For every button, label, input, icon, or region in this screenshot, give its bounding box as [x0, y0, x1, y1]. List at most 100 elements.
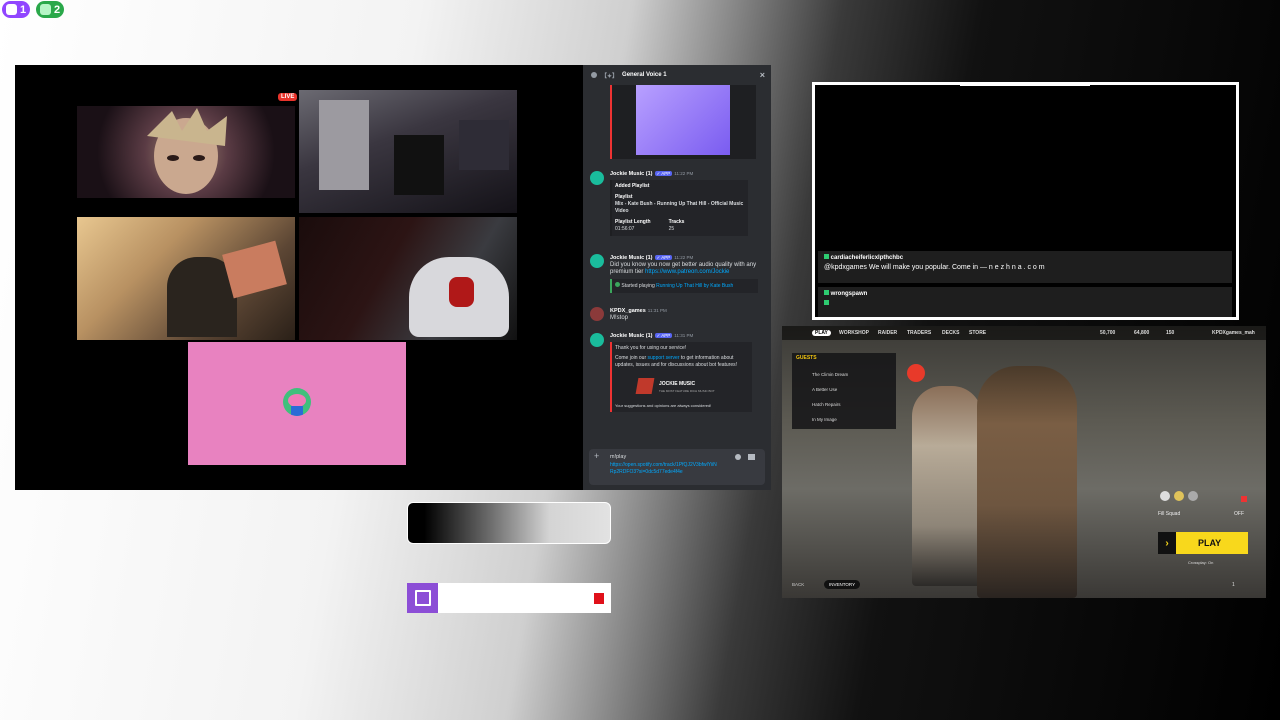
app-tag: ✓ APP: [654, 171, 673, 176]
close-icon[interactable]: [1241, 496, 1247, 502]
inventory-button[interactable]: INVENTORY: [824, 580, 861, 589]
author-name[interactable]: KPDX_games: [610, 308, 646, 314]
timestamp: 11:31 PM: [647, 308, 667, 313]
avatar[interactable]: [590, 171, 604, 185]
guests-title: GUESTS: [796, 355, 817, 361]
composer-url: https://open.spotify.com/track/1PfQJ2V3b…: [610, 462, 717, 475]
guest-item[interactable]: In My Image: [796, 413, 889, 426]
twitch-alert-widget: [407, 583, 611, 613]
embed-title: Added Playlist: [615, 183, 650, 189]
chat-message: cardiacheiferlicxlpthchbc @kpdxgames We …: [818, 251, 1232, 283]
message-text: M!stop: [610, 315, 629, 321]
embed-text: Thank you for using our service!: [615, 345, 687, 351]
embed-image[interactable]: [636, 85, 730, 155]
squad-count: 1: [1232, 582, 1235, 588]
timestamp: 11:22 PM: [674, 255, 694, 260]
fill-squad-toggle[interactable]: OFF: [1234, 511, 1244, 517]
timestamp: 11:31 PM: [674, 333, 694, 338]
now-playing-track[interactable]: Running Up That Hill by Kate Bush: [656, 283, 733, 289]
door: [319, 100, 369, 190]
fill-squad-label: Fill Squad: [1158, 511, 1181, 517]
spotify-count: 2: [54, 3, 61, 16]
composer-command: m!play: [610, 454, 627, 460]
fill-squad-row[interactable]: Fill Squad OFF: [1158, 511, 1248, 523]
author-name[interactable]: Jockie Music (1): [610, 255, 653, 261]
nav-decks[interactable]: DECKS: [942, 330, 960, 336]
stream-chat-overlay: cardiacheiferlicxlpthchbc @kpdxgames We …: [812, 82, 1239, 320]
nav-play[interactable]: PLAY: [812, 330, 831, 336]
add-attachment-icon[interactable]: +: [594, 451, 599, 461]
avatar[interactable]: [590, 254, 604, 268]
chevron-right-icon: ›: [1158, 532, 1176, 554]
chat-emote-icon: [824, 300, 829, 305]
chat-username[interactable]: wrongspawn: [831, 291, 868, 297]
avatar[interactable]: [590, 307, 604, 321]
video-call-grid: LIVE: [15, 65, 583, 490]
spotify-badge: 2: [36, 1, 65, 18]
message-composer[interactable]: + m!play https://open.spotify.com/track/…: [589, 449, 765, 485]
play-label: PLAY: [1198, 538, 1222, 548]
gradient-bar-widget: [407, 502, 611, 544]
support-server-link[interactable]: support server: [648, 355, 680, 361]
field-value: 25: [668, 226, 675, 232]
nav-raider[interactable]: RAIDER: [878, 330, 897, 336]
webcam-tile-2[interactable]: [77, 217, 295, 340]
chat-message: wrongspawn: [818, 287, 1232, 317]
webcam-tile-3[interactable]: [299, 217, 517, 340]
channel-title: General Voice 1: [622, 72, 667, 78]
playlist-embed: Added Playlist Playlist Mix - Kate Bush …: [610, 180, 748, 236]
banner-subtitle: THE MOST FEATURE RICH MUSIC BOT: [659, 389, 715, 393]
gift-icon[interactable]: [748, 454, 755, 460]
squad-slot-icon[interactable]: [1188, 491, 1198, 501]
author-name[interactable]: Jockie Music (1): [610, 333, 653, 339]
currency-credits: 64,800: [1134, 330, 1150, 336]
chat-tab-indicator: [960, 82, 1090, 86]
red-light: [907, 364, 925, 382]
character-left: [912, 386, 982, 586]
author-name[interactable]: Jockie Music (1): [610, 171, 653, 177]
timestamp: 11:22 PM: [674, 171, 694, 176]
wall-art: [222, 240, 287, 299]
squad-slot-icon[interactable]: [1174, 491, 1184, 501]
play-icon: [615, 282, 620, 287]
guest-item[interactable]: The Climin Dream: [796, 368, 889, 381]
avatar-tile-pink[interactable]: [188, 342, 406, 465]
record-indicator: [594, 593, 604, 604]
play-button[interactable]: › PLAY: [1158, 532, 1248, 554]
now-playing-prefix: Started playing: [621, 283, 655, 289]
currency-tokens: 150: [1166, 330, 1175, 336]
chat-username[interactable]: cardiacheiferlicxlpthchbc: [831, 255, 903, 261]
close-icon[interactable]: ×: [760, 70, 765, 80]
now-playing-embed: Started playing Running Up That Hill by …: [610, 279, 758, 293]
guest-item[interactable]: A Better Use: [796, 383, 889, 396]
twitch-count: 1: [20, 3, 27, 16]
webcam-tile-1[interactable]: [299, 90, 517, 213]
guest-item[interactable]: Hatch Repairs: [796, 398, 889, 411]
spotify-icon: [40, 4, 51, 15]
gaming-chair: [394, 135, 444, 195]
nav-workshop[interactable]: WORKSHOP: [839, 330, 869, 336]
crossplay-status: Crossplay: On: [1188, 560, 1214, 565]
back-button[interactable]: BACK: [792, 582, 804, 587]
image-embed: [610, 85, 756, 159]
avatar[interactable]: [590, 333, 604, 347]
emoji-icon[interactable]: [735, 454, 741, 460]
discord-text-panel: 【✦】 General Voice 1 × Jockie Music (1) ✓ …: [583, 65, 771, 490]
monitor: [459, 120, 509, 170]
avatar: [283, 388, 311, 416]
field-label: Tracks: [668, 219, 685, 225]
character-right: [977, 366, 1077, 598]
squad-slot-icon[interactable]: [1160, 491, 1170, 501]
playlist-name: Mix - Kate Bush - Running Up That Hill -…: [615, 201, 744, 214]
chat-text: @kpdxgames We will make you popular. Com…: [824, 264, 1045, 271]
live-badge: LIVE: [278, 93, 298, 101]
field-value: 01:56:07: [615, 226, 635, 232]
channel-header: 【✦】 General Voice 1 ×: [583, 65, 771, 85]
jockie-logo-icon: [635, 378, 655, 394]
channel-icon: [591, 72, 597, 78]
app-tag: ✓ APP: [654, 255, 673, 260]
nav-traders[interactable]: TRADERS: [907, 330, 931, 336]
nav-store[interactable]: STORE: [969, 330, 986, 336]
patreon-link[interactable]: https://www.patreon.com/Jockie: [645, 269, 729, 275]
anime-avatar-tile[interactable]: [77, 106, 295, 198]
